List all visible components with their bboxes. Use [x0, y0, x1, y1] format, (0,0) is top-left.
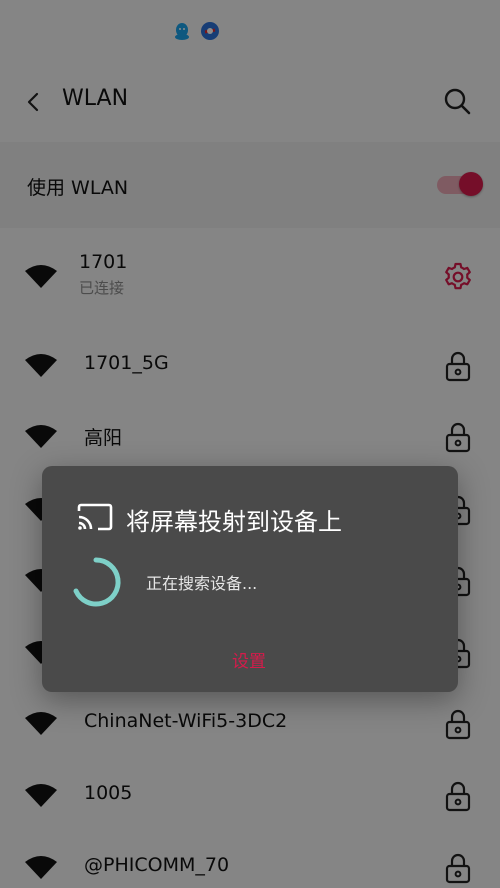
- cast-icon: [77, 503, 113, 531]
- settings-button[interactable]: 设置: [232, 647, 266, 672]
- search-status: 正在搜索设备...: [146, 574, 258, 593]
- dialog-title: 将屏幕投射到设备上: [126, 508, 342, 536]
- cast-dialog: 将屏幕投射到设备上 正在搜索设备... 设置: [42, 466, 458, 692]
- dialog-scrim[interactable]: [0, 0, 500, 888]
- loading-spinner-icon: [73, 557, 121, 607]
